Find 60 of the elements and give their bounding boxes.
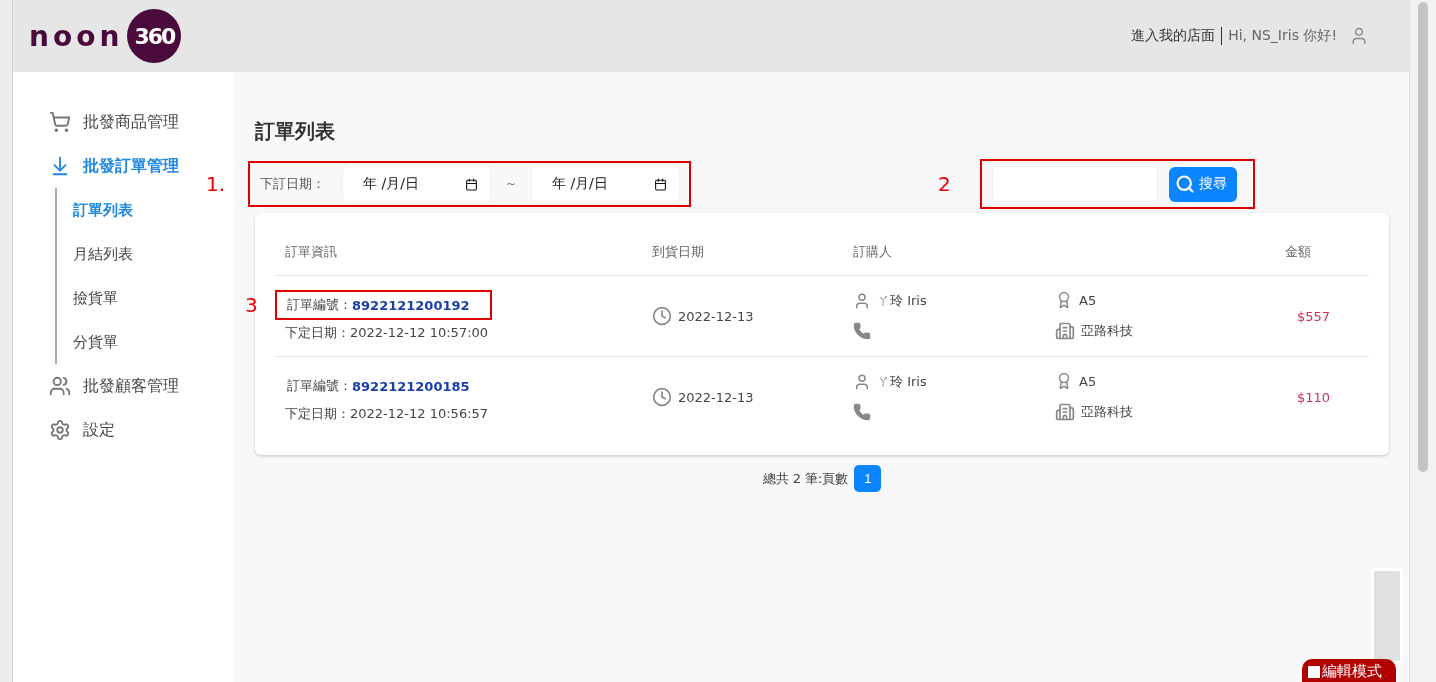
date-field[interactable]: 年 /月/日 — [343, 165, 490, 203]
submenu-item[interactable]: 撿貨單 — [57, 276, 177, 320]
building-icon — [1055, 321, 1075, 341]
logo-badge: 360 — [127, 9, 182, 63]
column-header: 金額 — [1285, 243, 1312, 261]
sidebar-item[interactable]: 設定 — [13, 408, 115, 452]
pagination-summary: 總共 2 筆:頁數 — [762, 469, 849, 488]
order-amount: $110 — [1296, 389, 1332, 405]
buyer-name: ㄚ玲 Iris — [877, 292, 927, 310]
search-icon — [1175, 174, 1195, 194]
order-date: 下定日期：2022-12-12 10:56:57 — [285, 405, 490, 423]
user-icon — [853, 292, 871, 310]
customer-level: A5 — [1079, 292, 1097, 308]
annotation-number: 1. — [206, 172, 226, 196]
date-field[interactable]: 年 /月/日 — [531, 165, 679, 203]
settings-icon — [49, 419, 71, 441]
building-icon — [1055, 402, 1075, 422]
column-header: 訂購人 — [853, 243, 893, 261]
submenu-item[interactable]: 訂單列表 — [57, 188, 177, 232]
order-date: 下定日期：2022-12-12 10:57:00 — [285, 324, 490, 342]
people-icon — [49, 375, 71, 397]
customer-level: A5 — [1079, 373, 1097, 389]
clock-icon — [652, 387, 672, 407]
order-amount: $557 — [1296, 308, 1332, 324]
filter-label: 下訂日期： — [260, 175, 325, 193]
company-name: 亞路科技 — [1081, 403, 1133, 421]
phone-icon — [853, 322, 871, 340]
logo-text: noon — [29, 19, 124, 53]
clock-icon — [652, 306, 672, 326]
annotation-number: 2 — [938, 172, 951, 196]
store-link[interactable]: 進入我的店面 — [1131, 27, 1223, 45]
sidebar-item[interactable]: 批發訂單管理 — [13, 144, 179, 188]
edit-mode-toggle[interactable]: 編輯模式 — [1302, 659, 1396, 682]
checkbox[interactable] — [1308, 665, 1320, 678]
sidebar-item[interactable]: 批發商品管理 — [13, 100, 179, 144]
sidebar-item[interactable]: 批發顧客管理 — [13, 364, 179, 408]
cart-icon — [49, 111, 71, 133]
page-button[interactable]: 1 — [854, 465, 882, 492]
calendar-icon — [653, 177, 667, 191]
column-header: 到貨日期 — [652, 243, 705, 261]
arrival-date: 2022-12-13 — [678, 389, 754, 405]
order-number-link[interactable]: 8922121200192 — [352, 297, 470, 313]
user-icon — [853, 373, 871, 391]
submenu-item[interactable]: 分貨單 — [57, 320, 177, 364]
calendar-icon — [464, 177, 478, 191]
annotation-number: 3 — [245, 293, 258, 317]
column-header: 訂單資訊 — [285, 243, 338, 261]
company-name: 亞路科技 — [1081, 322, 1133, 340]
range-separator: ~ — [505, 177, 516, 191]
page-title: 訂單列表 — [255, 118, 336, 145]
search-button[interactable]: 搜尋 — [1169, 166, 1237, 202]
buyer-name: ㄚ玲 Iris — [877, 373, 927, 391]
arrival-date: 2022-12-13 — [678, 308, 754, 324]
scrollbar-thumb[interactable] — [1418, 2, 1428, 472]
submenu-item[interactable]: 月結列表 — [57, 232, 177, 276]
greeting-text: Hi, NS_Iris 你好! — [1228, 27, 1337, 45]
order-number-label: 訂單編號： — [287, 377, 352, 395]
order-number-link[interactable]: 8922121200185 — [352, 378, 470, 394]
order-number-label: 訂單編號： — [287, 296, 352, 314]
phone-icon — [853, 403, 871, 421]
